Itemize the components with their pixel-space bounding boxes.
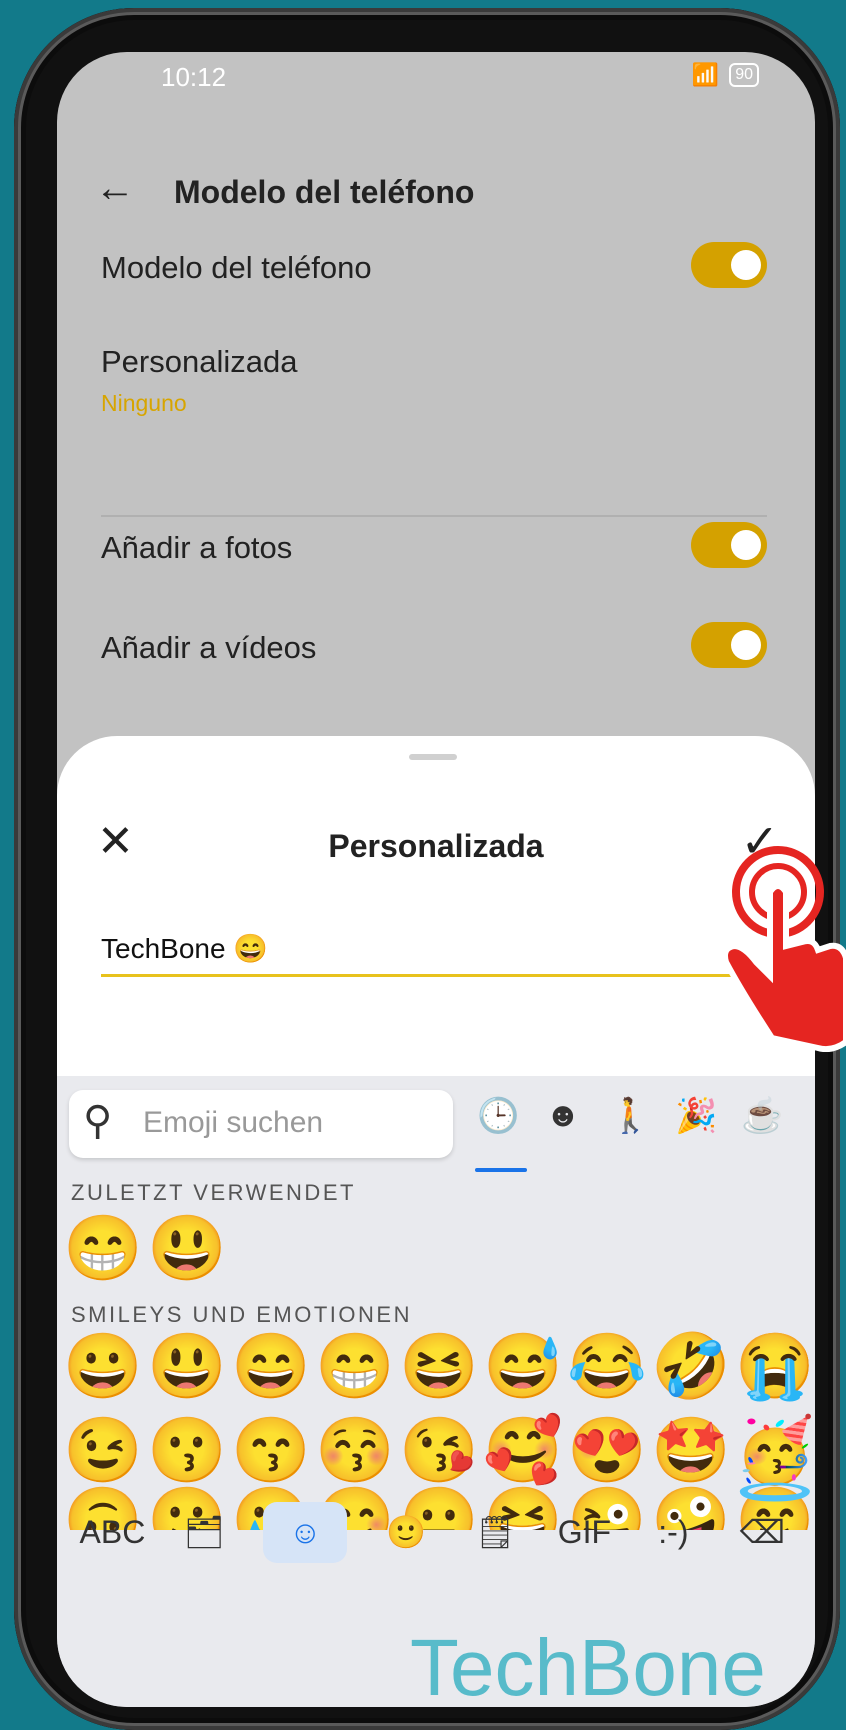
- battery-icon: 90: [729, 63, 759, 87]
- status-time: 10:12: [161, 62, 227, 92]
- app-bar: ← Modelo del teléfono: [57, 152, 815, 232]
- activity-icon[interactable]: 🎉: [675, 1096, 717, 1136]
- setting-custom[interactable]: Personalizada Ninguno: [101, 344, 767, 417]
- watermark-logo: TechBone: [410, 1623, 766, 1712]
- emoji-key[interactable]: 🥳: [735, 1412, 815, 1488]
- active-category-indicator: [475, 1168, 527, 1172]
- emoji-key[interactable]: 😙: [231, 1412, 311, 1488]
- sticker-icon[interactable]: 🗒: [465, 1513, 525, 1551]
- search-icon: ⚲: [83, 1099, 113, 1143]
- emoji-row-1: 😀 😃 😄 😁 😆 😅 😂 🤣 😭: [63, 1328, 815, 1404]
- emoji-key[interactable]: 🥰: [483, 1412, 563, 1488]
- page-title: Modelo del teléfono: [174, 174, 475, 210]
- divider: [101, 515, 767, 517]
- setting-phone-model[interactable]: Modelo del teléfono: [101, 242, 767, 288]
- status-icons: 📶 90: [692, 62, 759, 88]
- emoji-key[interactable]: 🤩: [651, 1412, 731, 1488]
- bottom-sheet: ✕ Personalizada ✓: [57, 736, 815, 1076]
- sheet-title: Personalizada: [328, 828, 544, 864]
- emoji-key[interactable]: 😭: [735, 1328, 815, 1404]
- emoji-row-2: 😉 😗 😙 😚 😘 🥰 😍 🤩 🥳: [63, 1412, 815, 1488]
- bitmoji-icon[interactable]: 🙂: [376, 1513, 436, 1551]
- setting-add-to-videos[interactable]: Añadir a vídeos: [101, 622, 767, 668]
- emoji-key[interactable]: 😄: [231, 1328, 311, 1404]
- food-cup-icon[interactable]: ☕: [741, 1096, 783, 1136]
- emoji-key[interactable]: 😁: [63, 1210, 143, 1286]
- setting-label: Añadir a vídeos: [101, 630, 317, 665]
- setting-sub-value: Ninguno: [101, 390, 187, 416]
- emoji-key[interactable]: 😁: [315, 1328, 395, 1404]
- sticker-search-icon[interactable]: 🗂: [174, 1513, 234, 1551]
- emoji-key[interactable]: 😉: [63, 1412, 143, 1488]
- emoji-key[interactable]: 😃: [147, 1210, 227, 1286]
- sheet-handle[interactable]: [409, 754, 457, 760]
- emoji-key[interactable]: 🤣: [651, 1328, 731, 1404]
- emoji-key[interactable]: 😀: [63, 1328, 143, 1404]
- recent-section-title: ZULETZT VERWENDET: [71, 1180, 356, 1205]
- wifi-icon: 📶: [691, 62, 720, 87]
- emoji-key[interactable]: 😃: [147, 1328, 227, 1404]
- gif-key[interactable]: GIF: [554, 1514, 614, 1551]
- emoji-key[interactable]: 😗: [147, 1412, 227, 1488]
- smiley-icon[interactable]: ☻: [543, 1096, 583, 1136]
- abc-key[interactable]: ABC: [80, 1514, 146, 1551]
- backspace-icon[interactable]: ⌫: [732, 1513, 792, 1551]
- status-bar: 10:12 📶 90: [57, 52, 815, 112]
- custom-name-input[interactable]: [101, 922, 749, 977]
- setting-add-to-photos[interactable]: Añadir a fotos: [101, 522, 767, 568]
- emoji-keyboard: ⚲ Emoji suchen 🕒 ☻ 🚶 🎉 ☕ ZULETZT VERWEND…: [57, 1076, 815, 1707]
- setting-label: Añadir a fotos: [101, 530, 293, 565]
- emoji-category-tabs: 🕒 ☻ 🚶 🎉 ☕: [477, 1096, 783, 1136]
- phone-screen: 10:12 📶 90 ← Modelo del teléfono Modelo …: [57, 52, 815, 1707]
- recent-emoji-row: 😁 😃: [63, 1210, 227, 1286]
- keyboard-bottom-bar: ABC 🗂 ☺ 🙂 🗒 GIF :-) ⌫: [57, 1482, 815, 1582]
- emoji-key[interactable]: 😅: [483, 1328, 563, 1404]
- emoji-key[interactable]: 😆: [399, 1328, 479, 1404]
- smileys-section-title: SMILEYS UND EMOTIONEN: [71, 1302, 412, 1327]
- emoji-tab-icon[interactable]: ☺: [263, 1501, 348, 1563]
- emoji-search-box[interactable]: ⚲ Emoji suchen: [69, 1090, 453, 1158]
- emoticon-key[interactable]: :-): [643, 1514, 703, 1551]
- emoji-key[interactable]: 😚: [315, 1412, 395, 1488]
- emoji-key[interactable]: 😂: [567, 1328, 647, 1404]
- phone-model-toggle[interactable]: [691, 242, 767, 288]
- emoji-key[interactable]: 😍: [567, 1412, 647, 1488]
- emoji-search-placeholder: Emoji suchen: [143, 1106, 324, 1139]
- tap-hand-icon: [722, 846, 846, 1052]
- back-arrow-icon[interactable]: ←: [95, 166, 135, 211]
- recent-clock-icon[interactable]: 🕒: [477, 1096, 519, 1136]
- person-icon[interactable]: 🚶: [609, 1096, 651, 1136]
- setting-label: Personalizada: [101, 344, 298, 379]
- add-to-videos-toggle[interactable]: [691, 622, 767, 668]
- setting-label: Modelo del teléfono: [101, 250, 372, 285]
- add-to-photos-toggle[interactable]: [691, 522, 767, 568]
- emoji-key[interactable]: 😘: [399, 1412, 479, 1488]
